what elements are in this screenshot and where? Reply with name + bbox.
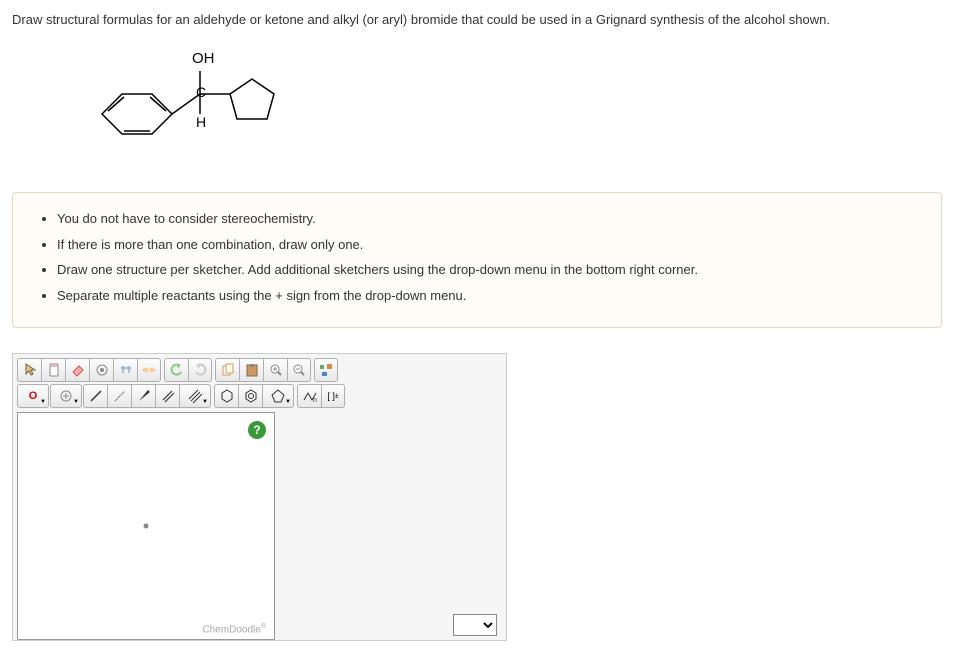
toolbar-row-1: [17, 358, 502, 382]
chevron-down-icon: ▼: [73, 399, 79, 405]
svg-text:n: n: [313, 397, 317, 404]
hint-item: Separate multiple reactants using the + …: [57, 286, 921, 306]
target-molecule: OH C H: [72, 39, 957, 172]
paste-button[interactable]: [239, 358, 263, 382]
question-text: Draw structural formulas for an aldehyde…: [12, 12, 957, 27]
move-tool[interactable]: [17, 358, 41, 382]
svg-text:H: H: [196, 114, 206, 130]
flip-tool[interactable]: [137, 358, 161, 382]
zoom-out-button[interactable]: [287, 358, 311, 382]
cyclohexane-button[interactable]: [214, 384, 238, 408]
chevron-down-icon: ▼: [285, 399, 291, 405]
copy-button[interactable]: [215, 358, 239, 382]
eraser-tool[interactable]: [65, 358, 89, 382]
single-bond-button[interactable]: [83, 384, 107, 408]
chevron-down-icon: ▼: [202, 399, 208, 405]
help-button[interactable]: ?: [248, 421, 266, 439]
templates-button[interactable]: [314, 358, 338, 382]
canvas-center-dot: [144, 524, 149, 529]
hint-item: Draw one structure per sketcher. Add add…: [57, 260, 921, 280]
element-button[interactable]: O▼: [17, 384, 49, 408]
redo-button[interactable]: [188, 358, 212, 382]
double-bond-button[interactable]: [155, 384, 179, 408]
toolbar-row-2: O▼ ▼ ▼: [17, 384, 502, 408]
recessed-bond-button[interactable]: [107, 384, 131, 408]
svg-text:OH: OH: [192, 50, 215, 67]
hints-panel: You do not have to consider stereochemis…: [12, 192, 942, 328]
undo-button[interactable]: [164, 358, 188, 382]
clear-tool[interactable]: [41, 358, 65, 382]
cyclopentane-button[interactable]: ▼: [262, 384, 294, 408]
center-tool[interactable]: [89, 358, 113, 382]
chevron-down-icon: ▼: [40, 399, 46, 405]
wedge-bond-button[interactable]: [131, 384, 155, 408]
svg-text:C: C: [196, 84, 206, 100]
charge-button[interactable]: [ ]±: [321, 384, 345, 408]
sketcher-container: O▼ ▼ ▼: [12, 353, 507, 641]
add-atom-button[interactable]: ▼: [50, 384, 82, 408]
clean-tool[interactable]: [113, 358, 137, 382]
hint-item: You do not have to consider stereochemis…: [57, 209, 921, 229]
hint-item: If there is more than one combination, d…: [57, 235, 921, 255]
chain-button[interactable]: n: [297, 384, 321, 408]
drawing-canvas[interactable]: ? ChemDoodle®: [17, 412, 275, 640]
benzene-button[interactable]: [238, 384, 262, 408]
zoom-in-button[interactable]: [263, 358, 287, 382]
triple-bond-button[interactable]: ▼: [179, 384, 211, 408]
add-sketcher-dropdown[interactable]: [453, 614, 497, 636]
